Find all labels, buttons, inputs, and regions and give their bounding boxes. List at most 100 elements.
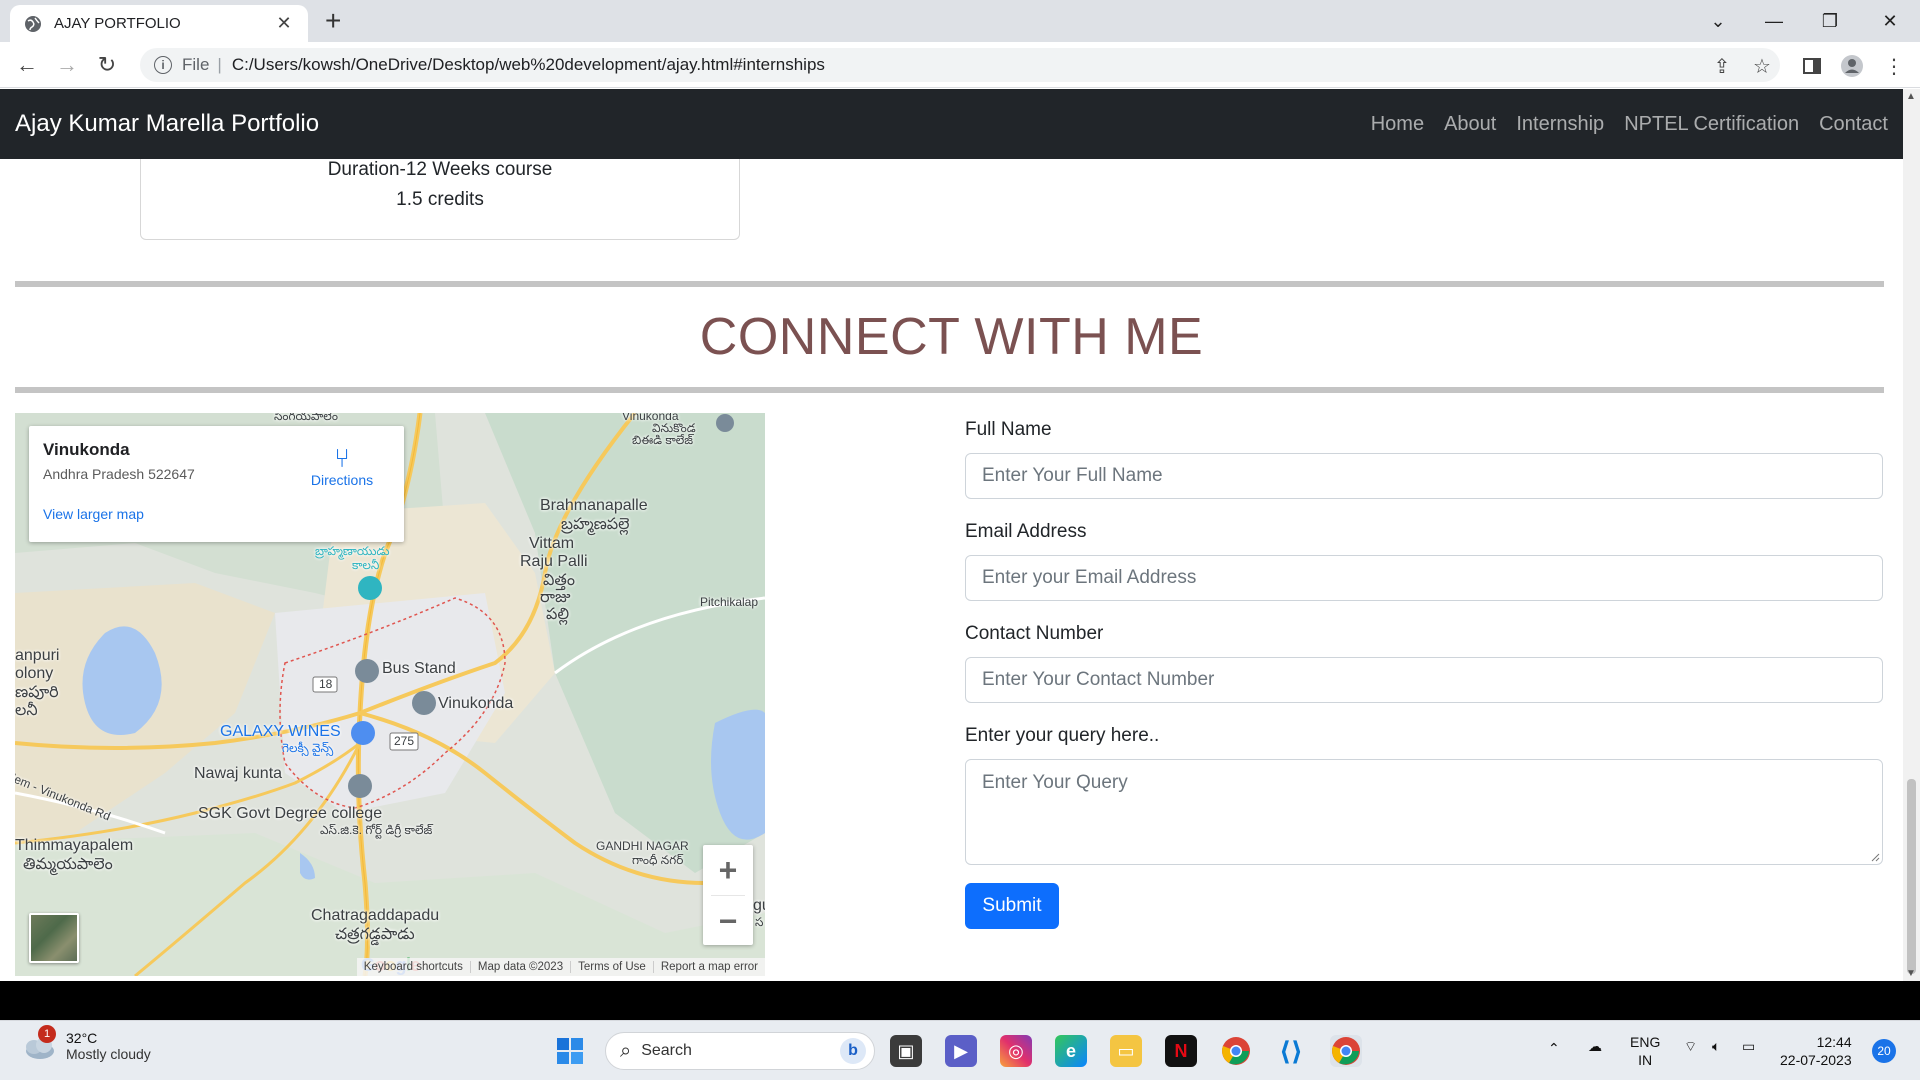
map-footer: Keyboard shortcuts Map data ©2023 Terms … [356,958,765,976]
sidebar-icon[interactable] [1800,54,1824,78]
info-icon[interactable]: i [154,56,172,74]
nptel-credits: 1.5 credits [396,189,484,210]
contact-form: Full Name Enter Your Full Name Email Add… [965,419,1885,929]
full-name-input[interactable]: Enter Your Full Name [965,453,1883,499]
close-icon[interactable]: ✕ [274,13,294,34]
vscode-icon[interactable]: ⟨⟩ [1275,1035,1307,1067]
share-icon[interactable]: ⇪ [1710,54,1734,78]
map-label-colony: కాలనీ [352,558,380,572]
directions-button[interactable]: ⑂ Directions [302,444,382,488]
nav-link-home[interactable]: Home [1371,113,1424,136]
new-tab-button[interactable]: + [325,6,341,36]
connect-heading: CONNECT WITH ME [699,308,1204,366]
query-placeholder: Enter Your Query [982,772,1128,793]
nav-link-contact[interactable]: Contact [1819,113,1888,136]
map-route-shield-275: 275 [394,734,415,748]
map-label-gandhi-nagar-te: గాంధీ నగర్ [632,853,684,867]
onedrive-icon[interactable]: ☁ [1588,1037,1602,1055]
map-label-chatragaddapadu: Chatragaddapadu [311,907,440,924]
map-label-gandhi-nagar: GANDHI NAGAR [596,839,689,853]
map-label-vinukonda-top-te2: బిఈడి కాలేజ్ [632,433,694,447]
scroll-down-icon[interactable]: ▼ [1906,968,1916,979]
task-view-icon[interactable]: ▣ [890,1035,922,1067]
zoom-out-button[interactable]: − [703,896,753,946]
wifi-icon[interactable]: ⌔ [1684,1037,1697,1055]
profile-icon[interactable] [1840,54,1864,78]
restore-button[interactable]: ❐ [1802,0,1858,42]
clock[interactable]: 12:44 22-07-2023 [1780,1033,1852,1069]
reload-icon[interactable]: ↻ [92,50,122,80]
page-viewport: Duration-12 Weeks course 1.5 credits Aja… [0,89,1903,981]
keyboard-shortcuts-link[interactable]: Keyboard shortcuts [357,961,470,973]
satellite-toggle[interactable] [29,913,79,963]
volume-icon[interactable]: 🔈︎ [1712,1037,1720,1055]
tab-search-icon[interactable]: ⌄ [1690,0,1746,42]
map-data-text: Map data ©2023 [469,961,570,973]
tray-overflow-icon[interactable]: ⌃ [1548,1039,1560,1057]
query-textarea[interactable]: Enter Your Query [965,759,1883,865]
language-indicator[interactable]: ENG IN [1630,1033,1660,1069]
map-label-anpuri: anpuri [15,647,60,664]
map-zoom-control: + − [703,845,753,945]
nav-link-internship[interactable]: Internship [1516,113,1604,136]
map-label-galaxy-wines-te: గెలక్సీ వైన్స్ [282,741,334,755]
url-scheme: File [182,55,210,74]
instagram-icon[interactable]: ◎ [1000,1035,1032,1067]
clock-time: 12:44 [1816,1034,1852,1050]
email-input[interactable]: Enter your Email Address [965,555,1883,601]
page-scrollbar[interactable]: ▲ ▼ [1903,89,1920,981]
language-line-2: IN [1638,1052,1653,1068]
navbar-links: Home About Internship NPTEL Certificatio… [1371,113,1888,136]
battery-icon[interactable]: ▭ [1742,1037,1755,1055]
navbar-brand[interactable]: Ajay Kumar Marella Portfolio [15,110,319,138]
zoom-in-button[interactable]: + [703,845,753,895]
map-label-brahmanapalle: Brahmanapalle [540,497,648,514]
edge-icon[interactable]: e [1055,1035,1087,1067]
minimize-button[interactable]: — [1746,0,1802,42]
section-divider-bottom [15,387,1884,393]
netflix-icon[interactable]: N [1165,1035,1197,1067]
contact-number-label: Contact Number [965,623,1104,644]
terms-of-use-link[interactable]: Terms of Use [570,961,653,973]
file-explorer-icon[interactable]: ▭ [1110,1035,1142,1067]
directions-label: Directions [310,472,374,488]
map-label-chatragaddapadu-te: చత్రగడ్డపాడు [335,926,415,943]
scrollbar-thumb[interactable] [1907,779,1916,974]
contact-number-placeholder: Enter Your Contact Number [982,669,1215,690]
map-label-brahmanapalle-te: బ్రహ్మణపల్లె [561,516,630,533]
contact-number-input[interactable]: Enter Your Contact Number [965,657,1883,703]
forward-icon[interactable]: → [52,50,82,80]
url-bar[interactable]: i File | C:/Users/kowsh/OneDrive/Desktop… [140,48,1780,82]
view-larger-map-link[interactable]: View larger map [43,506,390,522]
map-label-pitchikalapalem: Pitchikalap [700,595,759,609]
browser-tab[interactable]: AJAY PORTFOLIO ✕ [10,5,308,42]
query-label: Enter your query here.. [965,725,1160,746]
map-label-raju-palli: Raju Palli [520,553,588,570]
notification-badge[interactable]: 20 [1872,1039,1896,1063]
window-close-button[interactable]: ✕ [1862,0,1918,42]
site-navbar: Ajay Kumar Marella Portfolio Home About … [0,89,1903,159]
nav-link-about[interactable]: About [1444,113,1496,136]
chrome-icon[interactable] [1220,1035,1252,1067]
report-map-error-link[interactable]: Report a map error [652,961,765,973]
teams-icon[interactable]: ▶ [945,1035,977,1067]
browser-tab-strip: AJAY PORTFOLIO ✕ + ⌄ — ❐ ✕ [0,0,1920,42]
menu-icon[interactable]: ⋮ [1882,54,1906,78]
taskbar-search[interactable]: ⌕ Search b [605,1032,875,1070]
weather-alert-badge: 1 [38,1025,56,1043]
submit-button[interactable]: Submit [965,883,1059,929]
map-label-galaxy-wines: GALAXY WINES [220,723,341,740]
windows-icon[interactable] [554,1035,586,1067]
resize-grip-icon[interactable] [1870,852,1880,862]
weather-description: Mostly cloudy [66,1046,151,1062]
weather-widget[interactable]: 1 32°C Mostly cloudy [22,1025,151,1062]
cloud-icon: 1 [22,1025,56,1061]
star-icon[interactable]: ☆ [1750,54,1774,78]
map-label-olony-te: లనీ [15,702,38,719]
map-label-nawaj-kunta: Nawaj kunta [194,765,283,782]
back-icon[interactable]: ← [12,50,42,80]
chrome-active-icon[interactable] [1330,1035,1362,1067]
nav-link-nptel[interactable]: NPTEL Certification [1624,113,1799,136]
embedded-map[interactable]: సింగయపాలెం Vinukonda వినుకొండ బిఈడి కాలే… [15,413,765,976]
scroll-up-icon[interactable]: ▲ [1906,91,1916,102]
